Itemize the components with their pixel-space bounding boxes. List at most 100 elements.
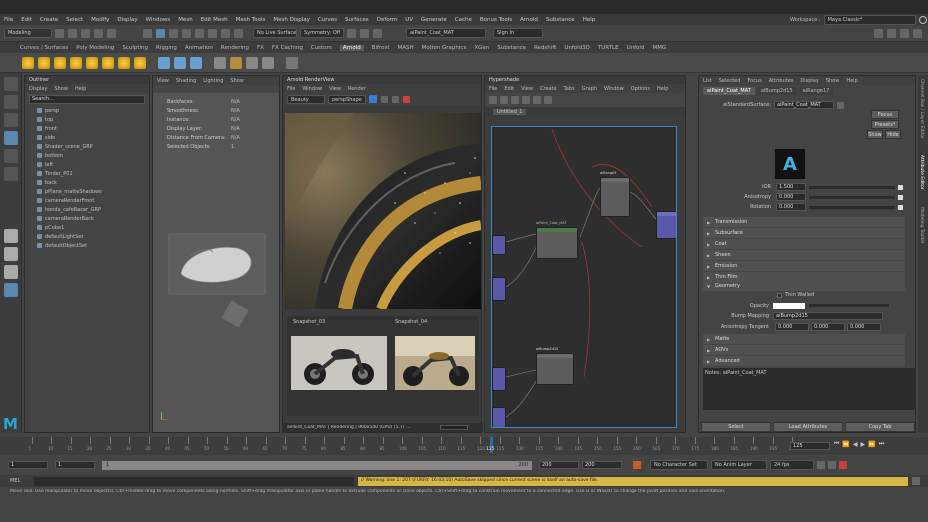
- layout-icon[interactable]: [544, 96, 552, 104]
- shelf-tab-bifrost[interactable]: Bifrost: [372, 45, 390, 51]
- attr-row-slider[interactable]: [809, 185, 895, 189]
- attr-button-select[interactable]: Select: [701, 422, 771, 432]
- step-back-icon[interactable]: ◀: [853, 441, 858, 448]
- thin-walled-checkbox[interactable]: [777, 292, 782, 298]
- select-component-icon[interactable]: [169, 28, 178, 38]
- step-forward-icon[interactable]: ⏩: [868, 441, 875, 448]
- range-start-field[interactable]: 1: [8, 461, 48, 469]
- attr-row-map-icon[interactable]: [898, 194, 903, 200]
- scale-tool-icon[interactable]: [4, 167, 18, 181]
- shelf-tab-arnold[interactable]: Arnold: [339, 44, 364, 51]
- shelf-tab-mash[interactable]: MASH: [397, 45, 413, 51]
- menu-arnold[interactable]: Arnold: [520, 17, 538, 23]
- current-frame-field[interactable]: 125: [790, 442, 830, 450]
- graph-input-icon[interactable]: [489, 96, 497, 104]
- step-back-key-icon[interactable]: ⏪: [842, 441, 849, 448]
- outliner-menu-show[interactable]: Show: [54, 86, 68, 92]
- outliner-layout-icon[interactable]: [4, 283, 18, 297]
- opacity-slider[interactable]: [809, 304, 889, 307]
- viewport-menu-shading[interactable]: Shading: [176, 78, 196, 84]
- node-file-4[interactable]: [492, 407, 506, 427]
- attr-section-emission[interactable]: Emission: [703, 261, 905, 271]
- modeling-toolkit-icon[interactable]: [913, 28, 922, 38]
- select-tool-icon[interactable]: [4, 77, 18, 91]
- light-filter-icon[interactable]: [134, 56, 146, 69]
- symmetry-dropdown[interactable]: Symmetry: Off: [300, 28, 344, 38]
- attr-row-map-icon[interactable]: [898, 204, 903, 210]
- snap-point-icon[interactable]: [208, 28, 217, 38]
- shelf-tab-custom[interactable]: Custom: [311, 45, 332, 51]
- auto-key-icon[interactable]: [633, 461, 641, 469]
- node-file-3[interactable]: [492, 367, 506, 391]
- node-name-field[interactable]: aiPaint_Coat_MAT: [773, 101, 834, 109]
- attr-section-subsurface[interactable]: Subsurface: [703, 228, 905, 238]
- shelf-tab-rendering[interactable]: Rendering: [221, 45, 249, 51]
- hypershade-menu-window[interactable]: Window: [604, 86, 624, 92]
- node-range5[interactable]: [600, 177, 630, 217]
- outliner-item[interactable]: top: [25, 115, 149, 124]
- attr-tab-aipaint-coat-mat[interactable]: aiPaint_Coat_MAT: [703, 86, 755, 95]
- channel-box-icon[interactable]: [874, 28, 883, 38]
- attr-menu-selected[interactable]: Selected: [719, 78, 741, 84]
- shelf-tab-turtle[interactable]: TURTLE: [598, 45, 619, 51]
- shelf-tab-mmg[interactable]: MMG: [652, 45, 666, 51]
- shelf-tab-rigging[interactable]: Rigging: [156, 45, 177, 51]
- cached-playback-icon[interactable]: [839, 461, 847, 469]
- clear-graph-icon[interactable]: [522, 96, 530, 104]
- script-editor-icon[interactable]: [912, 477, 920, 485]
- volume-icon[interactable]: [174, 56, 186, 69]
- menu-mesh-tools[interactable]: Mesh Tools: [236, 17, 266, 23]
- attr-tab-airange17[interactable]: aiRange17: [798, 86, 834, 95]
- renderview-menu-view[interactable]: View: [329, 86, 341, 92]
- lasso-tool-icon[interactable]: [4, 95, 18, 109]
- loop-icon[interactable]: [817, 461, 825, 469]
- shelf-tab-animation[interactable]: Animation: [185, 45, 213, 51]
- shader-ball-icon[interactable]: [286, 56, 298, 69]
- attr-row-map-icon[interactable]: [898, 184, 903, 190]
- shelf-tab-redshift[interactable]: Redshift: [534, 45, 556, 51]
- remove-node-icon[interactable]: [533, 96, 541, 104]
- command-input[interactable]: [34, 476, 354, 486]
- menu-create[interactable]: Create: [40, 17, 58, 23]
- hypershade-menu-view[interactable]: View: [521, 86, 533, 92]
- live-surface-field[interactable]: No Live Surface: [253, 28, 297, 38]
- shelf-tab-unfold[interactable]: Unfold: [627, 45, 645, 51]
- outliner-item[interactable]: defaultLightSet: [25, 232, 149, 241]
- curve-collector-icon[interactable]: [190, 56, 202, 69]
- shelf-tab-fx[interactable]: FX: [257, 45, 264, 51]
- menu-curves[interactable]: Curves: [318, 17, 337, 23]
- outliner-menu-display[interactable]: Display: [29, 86, 47, 92]
- attr-button-load-attributes[interactable]: Load Attributes: [773, 422, 843, 432]
- range-end-field-2[interactable]: 200: [582, 461, 622, 469]
- node-pick-icon[interactable]: [836, 101, 844, 109]
- attr-tab-aibump2d15[interactable]: aiBump2d15: [756, 86, 797, 95]
- menu-file[interactable]: File: [4, 17, 13, 23]
- menu-surfaces[interactable]: Surfaces: [345, 17, 369, 23]
- hypershade-menu-options[interactable]: Options: [631, 86, 650, 92]
- attr-menu-focus[interactable]: Focus: [747, 78, 761, 84]
- shelf-tab-sculpting[interactable]: Sculpting: [122, 45, 148, 51]
- hypershade-menu-edit[interactable]: Edit: [504, 86, 514, 92]
- time-slider[interactable]: 5 10 15 20 25 30 35 40 45 50 55 60 65 70 75 80 85 90 95 100…: [0, 437, 928, 455]
- renderview-menu-render[interactable]: Render: [348, 86, 366, 92]
- menu-uv[interactable]: UV: [405, 17, 413, 23]
- attr-button-copy-tab[interactable]: Copy Tab: [845, 422, 915, 432]
- menu-help[interactable]: Help: [583, 17, 596, 23]
- opacity-swatch[interactable]: [773, 302, 805, 309]
- hypershade-menu-create[interactable]: Create: [540, 86, 557, 92]
- settings-gear-icon[interactable]: [918, 16, 927, 24]
- menu-generate[interactable]: Generate: [421, 17, 447, 23]
- menu-mesh[interactable]: Mesh: [178, 17, 192, 23]
- crop-icon[interactable]: [392, 95, 399, 103]
- attr-section-coat[interactable]: Coat: [703, 239, 905, 249]
- menu-edit-mesh[interactable]: Edit Mesh: [201, 17, 228, 23]
- select-object-icon[interactable]: [156, 28, 165, 38]
- menu-edit[interactable]: Edit: [21, 17, 32, 23]
- outliner-item[interactable]: front: [25, 124, 149, 133]
- mode-dropdown[interactable]: Modeling: [4, 28, 52, 38]
- render-frame-icon[interactable]: [347, 28, 356, 38]
- menu-deform[interactable]: Deform: [377, 17, 397, 23]
- attr-menu-display[interactable]: Display: [800, 78, 818, 84]
- four-layout-icon[interactable]: [4, 247, 18, 261]
- snap-view-icon[interactable]: [221, 28, 230, 38]
